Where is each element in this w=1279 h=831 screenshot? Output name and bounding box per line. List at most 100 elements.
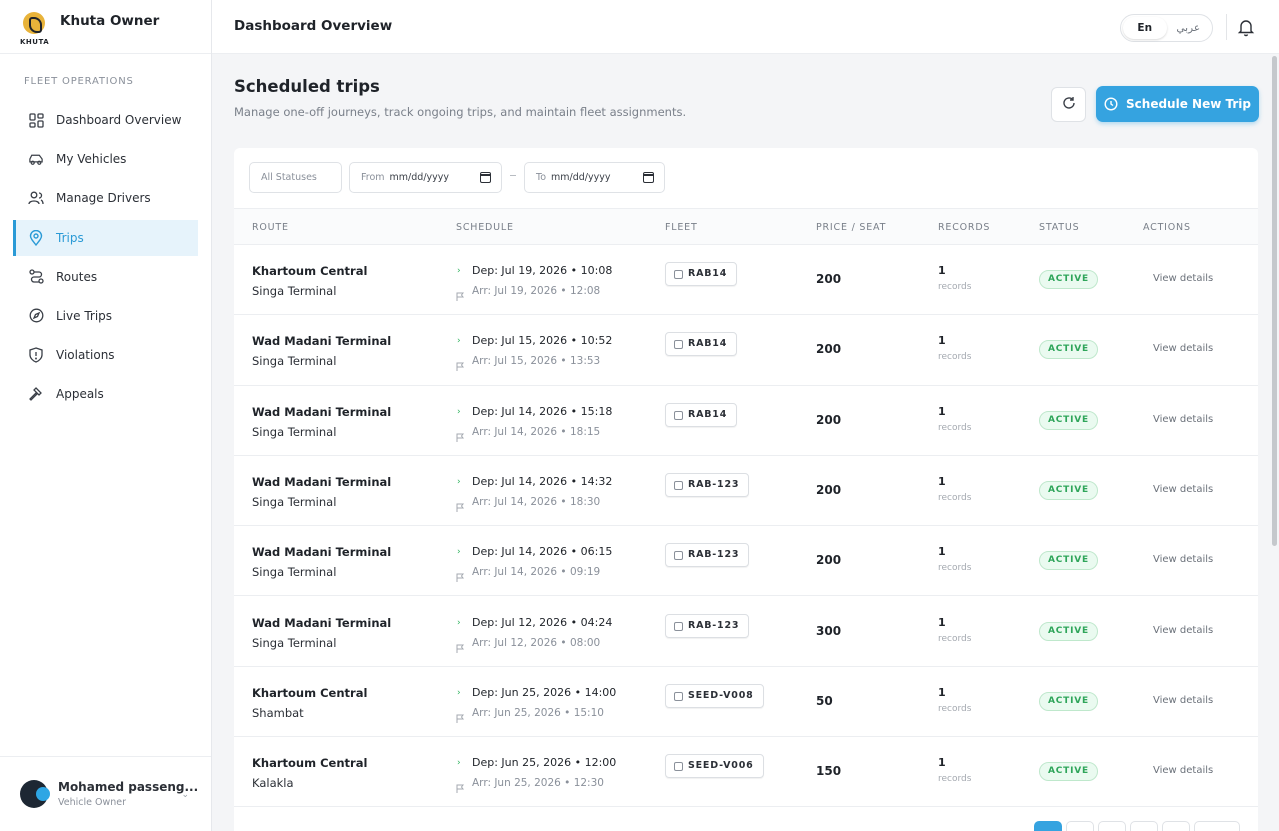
view-details-link[interactable]: View details	[1153, 554, 1213, 565]
notifications-bell-icon[interactable]	[1235, 16, 1257, 38]
fleet-badge: RAB-123	[665, 472, 750, 497]
status-badge: ACTIVE	[1039, 340, 1098, 360]
table-row[interactable]: Khartoum Central Kalakla › Dep: Jun 25, 202…	[234, 737, 1258, 808]
price-per-seat: 200	[816, 482, 842, 497]
route-destination: Singa Terminal	[252, 284, 337, 298]
column-header-fleet[interactable]: FLEET	[665, 222, 698, 233]
flag-icon	[456, 708, 464, 723]
price-per-seat: 200	[816, 412, 842, 427]
view-details-link[interactable]: View details	[1153, 484, 1213, 495]
table-row[interactable]: Wad Madani Terminal Singa Terminal › Dep: J…	[234, 597, 1258, 667]
arrival-time: Arr: Jul 15, 2026 • 13:53	[472, 355, 601, 368]
sidebar-item-dashboard-overview[interactable]: Dashboard Overview	[13, 102, 198, 138]
bus-icon	[674, 551, 683, 561]
price-per-seat: 200	[816, 342, 842, 357]
user-profile-menu[interactable]: Mohamed passeng... Vehicle Owner ⌄	[0, 756, 211, 831]
calendar-icon[interactable]	[480, 172, 491, 183]
lang-en-option[interactable]: En	[1123, 17, 1167, 39]
avatar	[20, 780, 50, 808]
refresh-button[interactable]	[1051, 87, 1086, 122]
calendar-icon[interactable]	[643, 172, 654, 183]
bus-icon	[674, 340, 683, 350]
sidebar-item-my-vehicles[interactable]: My Vehicles	[13, 141, 198, 177]
route-origin: Wad Madani Terminal	[252, 474, 392, 489]
view-details-link[interactable]: View details	[1153, 765, 1213, 776]
column-header-status[interactable]: STATUS	[1039, 222, 1079, 233]
schedule-new-trip-label: Schedule New Trip	[1126, 97, 1251, 111]
column-header-route[interactable]: ROUTE	[252, 222, 289, 233]
records-label: records	[938, 492, 972, 503]
grid-icon	[28, 112, 44, 128]
records-label: records	[938, 633, 972, 644]
fleet-badge: RAB-123	[665, 543, 750, 568]
chevron-right-icon: ›	[457, 476, 461, 487]
arrival-time: Arr: Jul 14, 2026 • 09:19	[472, 566, 601, 579]
sidebar-item-label: Violations	[56, 348, 115, 363]
khuta-logo-icon: KHUTA	[20, 8, 50, 46]
table-row[interactable]: Wad Madani Terminal Singa Terminal › Dep: J…	[234, 456, 1258, 527]
view-details-link[interactable]: View details	[1153, 273, 1213, 284]
status-filter-select[interactable]: All Statuses	[249, 162, 342, 193]
table-row[interactable]: Wad Madani Terminal Singa Terminal › Dep: J…	[234, 526, 1258, 597]
page-button-3[interactable]	[1098, 821, 1126, 831]
page-subtitle: Manage one-off journeys, track ongoing t…	[234, 105, 687, 119]
price-per-seat: 300	[816, 623, 842, 638]
chevron-down-icon: ⌄	[181, 790, 189, 800]
fleet-plate: RAB14	[688, 408, 728, 420]
page-button-1[interactable]	[1034, 821, 1062, 831]
brand-name: Khuta Owner	[60, 12, 160, 29]
table-row[interactable]: Wad Madani Terminal Singa Terminal › Dep: J…	[234, 386, 1258, 456]
sidebar-nav: Dashboard Overview My Vehicles Manage Dr…	[13, 102, 198, 416]
status-badge: ACTIVE	[1039, 410, 1098, 430]
records-count: 1	[938, 404, 946, 418]
sidebar-item-label: Routes	[56, 269, 98, 284]
column-header-records[interactable]: RECORDS	[938, 222, 990, 233]
fleet-badge: RAB-123	[665, 613, 750, 638]
status-filter-value: All Statuses	[261, 172, 317, 183]
page-button-5[interactable]	[1162, 821, 1190, 831]
status-badge: ACTIVE	[1039, 551, 1098, 571]
schedule-new-trip-button[interactable]: Schedule New Trip	[1096, 86, 1259, 122]
next-page-button[interactable]	[1194, 821, 1240, 831]
sidebar-item-label: Manage Drivers	[56, 191, 151, 206]
fleet-badge: SEED-V008	[665, 683, 764, 708]
sidebar-item-trips[interactable]: Trips	[13, 219, 198, 256]
table-row[interactable]: Khartoum Central Singa Terminal › Dep: Jul …	[234, 245, 1258, 316]
price-per-seat: 50	[816, 693, 833, 708]
from-date-input[interactable]: From mm/dd/yyyy	[349, 162, 502, 193]
language-toggle[interactable]: En عربي	[1120, 14, 1213, 42]
fleet-badge: SEED-V006	[665, 754, 764, 779]
page-scrollbar[interactable]	[1272, 56, 1277, 546]
sidebar-item-appeals[interactable]: Appeals	[13, 376, 198, 412]
lang-ar-option[interactable]: عربي	[1167, 17, 1211, 39]
table-row[interactable]: Khartoum Central Shambat › Dep: Jun 25, 202…	[234, 667, 1258, 738]
page-button-4[interactable]	[1130, 821, 1158, 831]
to-date-input[interactable]: To mm/dd/yyyy	[524, 162, 665, 193]
sidebar-item-manage-drivers[interactable]: Manage Drivers	[13, 180, 198, 216]
sidebar-item-routes[interactable]: Routes	[13, 259, 198, 295]
chevron-right-icon: ›	[457, 617, 461, 628]
chevron-right-icon: ›	[457, 547, 461, 558]
view-details-link[interactable]: View details	[1153, 625, 1213, 636]
column-header-schedule[interactable]: SCHEDULE	[456, 222, 514, 233]
user-role: Vehicle Owner	[58, 797, 127, 808]
column-header-price[interactable]: PRICE / SEAT	[816, 222, 886, 233]
view-details-link[interactable]: View details	[1153, 414, 1213, 425]
route-origin: Khartoum Central	[252, 685, 368, 700]
chevron-right-icon: ›	[457, 758, 461, 769]
car-icon	[28, 151, 44, 167]
view-details-link[interactable]: View details	[1153, 343, 1213, 354]
sidebar-item-live-trips[interactable]: Live Trips	[13, 298, 198, 334]
route-destination: Singa Terminal	[252, 354, 337, 369]
status-badge: ACTIVE	[1039, 691, 1098, 711]
route-icon	[28, 269, 44, 285]
records-label: records	[938, 774, 972, 785]
view-details-link[interactable]: View details	[1153, 695, 1213, 706]
arrival-time: Arr: Jul 12, 2026 • 08:00	[472, 636, 601, 649]
table-row[interactable]: Wad Madani Terminal Singa Terminal › Dep: J…	[234, 315, 1258, 386]
brand[interactable]: KHUTA Khuta Owner	[0, 0, 211, 54]
page-button-2[interactable]	[1066, 821, 1094, 831]
from-date-placeholder: mm/dd/yyyy	[389, 172, 450, 183]
bus-icon	[674, 691, 683, 701]
sidebar-item-violations[interactable]: Violations	[13, 337, 198, 373]
